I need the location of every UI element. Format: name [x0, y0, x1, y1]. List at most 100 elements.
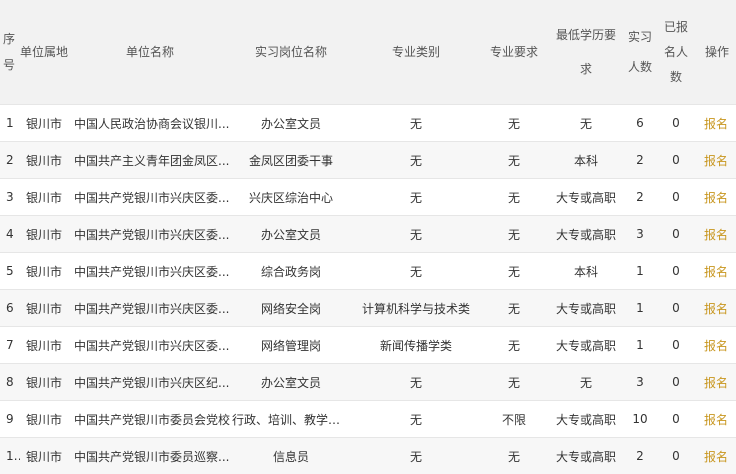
row-quota: 2	[626, 179, 654, 216]
row-major-category: 无	[350, 253, 482, 290]
row-unit-name: 中国共产党银川市委员巡察...	[68, 438, 232, 474]
table-row: 10 银川市 中国共产党银川市委员巡察... 信息员 无 无 大专或高职 2 0…	[0, 438, 736, 474]
row-apply-link-cell: 报名	[698, 364, 736, 401]
table-row: 9 银川市 中国共产党银川市委员会党校 行政、培训、教学管理岗... 无 不限 …	[0, 401, 736, 438]
internship-table: 序号 单位属地 单位名称 实习岗位名称 专业类别 专业要求 最低学历要求 实习人…	[0, 0, 736, 474]
col-min-edu-header: 最低学历要求	[546, 0, 626, 105]
row-index: 2	[0, 142, 20, 179]
row-quota: 2	[626, 142, 654, 179]
row-unit-name: 中国共产党银川市兴庆区纪...	[68, 364, 232, 401]
row-apply-link-cell: 报名	[698, 401, 736, 438]
row-major-req: 无	[482, 290, 546, 327]
row-location: 银川市	[20, 253, 68, 290]
row-applied: 0	[654, 105, 698, 142]
row-major-req: 无	[482, 364, 546, 401]
row-applied: 0	[654, 327, 698, 364]
row-min-edu: 大专或高职	[546, 290, 626, 327]
row-min-edu: 大专或高职	[546, 438, 626, 474]
row-location: 银川市	[20, 216, 68, 253]
row-post-name: 综合政务岗	[232, 253, 350, 290]
col-post-name-header: 实习岗位名称	[232, 0, 350, 105]
row-applied: 0	[654, 216, 698, 253]
row-apply-link-cell: 报名	[698, 438, 736, 474]
row-post-name: 行政、培训、教学管理岗...	[232, 401, 350, 438]
apply-link[interactable]: 报名	[704, 228, 728, 242]
col-major-req-header: 专业要求	[482, 0, 546, 105]
row-apply-link-cell: 报名	[698, 290, 736, 327]
row-min-edu: 本科	[546, 253, 626, 290]
table-body: 1 银川市 中国人民政治协商会议银川... 办公室文员 无 无 无 6 0 报名…	[0, 105, 736, 474]
row-major-category: 无	[350, 105, 482, 142]
row-major-category: 无	[350, 364, 482, 401]
row-apply-link-cell: 报名	[698, 142, 736, 179]
table-row: 6 银川市 中国共产党银川市兴庆区委... 网络安全岗 计算机科学与技术类 无 …	[0, 290, 736, 327]
row-post-name: 网络安全岗	[232, 290, 350, 327]
row-post-name: 办公室文员	[232, 216, 350, 253]
row-location: 银川市	[20, 438, 68, 474]
row-major-req: 无	[482, 327, 546, 364]
row-major-req: 无	[482, 142, 546, 179]
col-applied-header: 已报名人数	[654, 0, 698, 105]
table-row: 1 银川市 中国人民政治协商会议银川... 办公室文员 无 无 无 6 0 报名	[0, 105, 736, 142]
row-location: 银川市	[20, 364, 68, 401]
row-applied: 0	[654, 142, 698, 179]
table-row: 5 银川市 中国共产党银川市兴庆区委... 综合政务岗 无 无 本科 1 0 报…	[0, 253, 736, 290]
table-header-row: 序号 单位属地 单位名称 实习岗位名称 专业类别 专业要求 最低学历要求 实习人…	[0, 0, 736, 105]
col-unit-name-header: 单位名称	[68, 0, 232, 105]
row-index: 7	[0, 327, 20, 364]
apply-link[interactable]: 报名	[704, 339, 728, 353]
row-post-name: 兴庆区综治中心	[232, 179, 350, 216]
col-location-header: 单位属地	[20, 0, 68, 105]
row-location: 银川市	[20, 290, 68, 327]
row-location: 银川市	[20, 179, 68, 216]
apply-link[interactable]: 报名	[704, 265, 728, 279]
row-location: 银川市	[20, 327, 68, 364]
row-major-req: 无	[482, 216, 546, 253]
row-applied: 0	[654, 179, 698, 216]
row-index: 8	[0, 364, 20, 401]
row-major-category: 无	[350, 179, 482, 216]
row-min-edu: 无	[546, 364, 626, 401]
row-major-req: 无	[482, 438, 546, 474]
apply-link[interactable]: 报名	[704, 302, 728, 316]
row-unit-name: 中国人民政治协商会议银川...	[68, 105, 232, 142]
row-major-category: 无	[350, 401, 482, 438]
apply-link[interactable]: 报名	[704, 413, 728, 427]
row-major-req: 无	[482, 105, 546, 142]
row-applied: 0	[654, 438, 698, 474]
row-index: 4	[0, 216, 20, 253]
row-location: 银川市	[20, 142, 68, 179]
row-unit-name: 中国共产主义青年团金凤区...	[68, 142, 232, 179]
row-quota: 1	[626, 327, 654, 364]
row-major-req: 无	[482, 253, 546, 290]
table-row: 2 银川市 中国共产主义青年团金凤区... 金凤区团委干事 无 无 本科 2 0…	[0, 142, 736, 179]
apply-link[interactable]: 报名	[704, 154, 728, 168]
apply-link[interactable]: 报名	[704, 191, 728, 205]
col-action-header: 操作	[698, 0, 736, 105]
row-apply-link-cell: 报名	[698, 216, 736, 253]
row-apply-link-cell: 报名	[698, 105, 736, 142]
table-row: 3 银川市 中国共产党银川市兴庆区委... 兴庆区综治中心 无 无 大专或高职 …	[0, 179, 736, 216]
row-major-category: 无	[350, 142, 482, 179]
row-quota: 1	[626, 290, 654, 327]
row-quota: 10	[626, 401, 654, 438]
row-min-edu: 大专或高职	[546, 216, 626, 253]
row-quota: 6	[626, 105, 654, 142]
row-index: 1	[0, 105, 20, 142]
apply-link[interactable]: 报名	[704, 376, 728, 390]
row-index: 3	[0, 179, 20, 216]
row-major-category: 计算机科学与技术类	[350, 290, 482, 327]
row-min-edu: 大专或高职	[546, 401, 626, 438]
row-post-name: 网络管理岗	[232, 327, 350, 364]
row-quota: 1	[626, 253, 654, 290]
row-min-edu: 本科	[546, 142, 626, 179]
row-min-edu: 大专或高职	[546, 179, 626, 216]
apply-link[interactable]: 报名	[704, 117, 728, 131]
row-index: 5	[0, 253, 20, 290]
row-applied: 0	[654, 401, 698, 438]
row-post-name: 办公室文员	[232, 364, 350, 401]
row-quota: 2	[626, 438, 654, 474]
apply-link[interactable]: 报名	[704, 450, 728, 464]
table-row: 8 银川市 中国共产党银川市兴庆区纪... 办公室文员 无 无 无 3 0 报名	[0, 364, 736, 401]
row-unit-name: 中国共产党银川市兴庆区委...	[68, 253, 232, 290]
